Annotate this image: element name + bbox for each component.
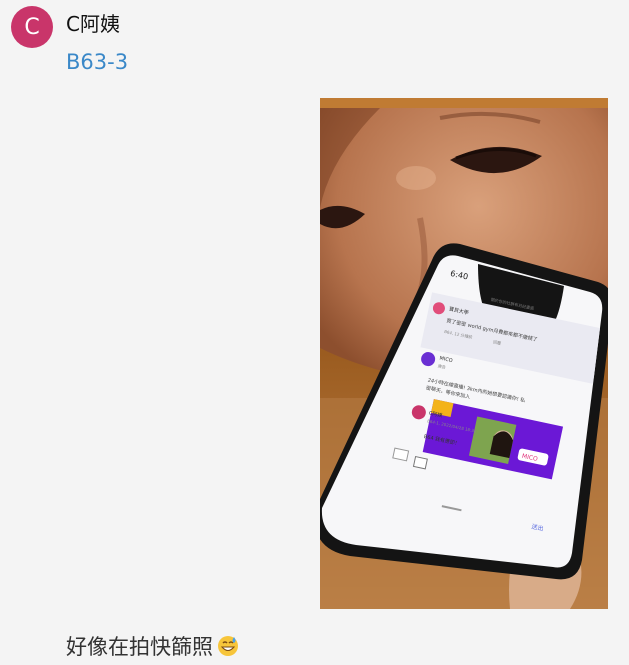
user-avatar[interactable]: C [11, 6, 53, 48]
photo-illustration: 6:40 關於你的社群有日記畫面 寶貝大學 買了密密 world gym月費都來… [320, 98, 608, 609]
username[interactable]: C阿姨 [66, 8, 120, 37]
emoji-icon [392, 447, 410, 462]
image-upload-icon [412, 455, 428, 470]
caption: 好像在拍快篩照 [66, 631, 239, 661]
caption-text: 好像在拍快篩照 [66, 635, 213, 659]
avatar-letter: C [24, 14, 40, 40]
attached-photo[interactable]: 6:40 關於你的社群有日記畫面 寶貝大學 買了密密 world gym月費都來… [320, 98, 608, 609]
reply-reference-link[interactable]: B63-3 [66, 50, 128, 74]
grinning-sweat-emoji [218, 636, 238, 656]
